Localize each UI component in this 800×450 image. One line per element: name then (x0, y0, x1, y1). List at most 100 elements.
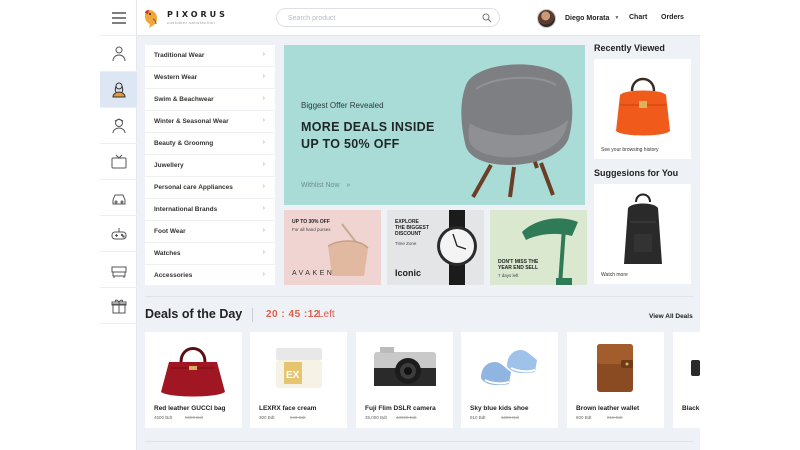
category-item[interactable]: Winter & Seasonal Wear › (145, 111, 275, 133)
partial-product-image (691, 360, 700, 376)
wishlist-now-link[interactable]: Withlist Now » (301, 182, 350, 189)
category-item[interactable]: Accessories › (145, 265, 275, 287)
promo-card-watches[interactable]: EXPLORE THE BIGGEST DISCOUNT Time Zone I… (387, 210, 484, 285)
chevron-right-icon: › (262, 249, 265, 256)
deal-name[interactable]: Sky blue kids shoe (470, 405, 529, 412)
camera-image (374, 347, 436, 386)
tv-icon[interactable] (100, 144, 137, 180)
deal-name[interactable]: Black (682, 405, 699, 412)
chevron-right-icon: › (262, 117, 265, 124)
category-item[interactable]: Traditional Wear › (145, 45, 275, 67)
menu-icon[interactable] (100, 0, 137, 36)
recently-viewed-card[interactable]: See your browsing history (594, 59, 691, 159)
backpack-image (624, 193, 662, 264)
deal-card[interactable]: Red leather GUCCI bag 4500 Bdt 5500 Bdt (145, 332, 242, 428)
section-divider (145, 296, 693, 297)
deal-old-price: 1300 Bdt (501, 415, 520, 420)
chevron-right-icon: › (262, 161, 265, 168)
gift-icon[interactable] (100, 288, 137, 324)
chevron-right-icon: › (262, 205, 265, 212)
category-item[interactable]: Watches › (145, 243, 275, 265)
promo-title: DON'T MISS THE YEAR END SELL (498, 259, 538, 271)
svg-text:EX: EX (286, 370, 300, 381)
search-icon[interactable] (482, 13, 492, 23)
category-item[interactable]: International Brands › (145, 199, 275, 221)
brand-tagline: customer satisfaction (167, 20, 216, 25)
chevron-down-icon[interactable]: ▼ (614, 15, 619, 21)
top-header: PIXORUS customer satisfaction Diego Mora… (137, 0, 700, 36)
recently-viewed-caption[interactable]: See your browsing history (601, 147, 659, 153)
deal-old-price: 43990 Bdt (396, 415, 417, 420)
gamepad-icon[interactable] (100, 216, 137, 252)
brand-name[interactable]: PIXORUS (167, 10, 228, 19)
brand-label: Iconic (395, 268, 422, 278)
nav-orders-link[interactable]: Orders (661, 14, 684, 21)
deal-card[interactable]: Black (673, 332, 700, 428)
category-item[interactable]: Beauty & Groomng › (145, 133, 275, 155)
hero-banner[interactable]: Biggest Offer Revealed MORE DEALS INSIDE… (284, 45, 585, 205)
avatar[interactable] (537, 8, 556, 28)
category-item[interactable]: Juwellery › (145, 155, 275, 177)
desk-lamp-image (522, 218, 578, 285)
orange-handbag-image (616, 77, 670, 136)
suggestion-caption[interactable]: Watch more (601, 272, 628, 278)
promo-title-line: YEAR END SELL (498, 265, 539, 271)
recently-viewed-title: Recently Viewed (594, 43, 665, 53)
user-menu[interactable]: Diego Morata ▼ (537, 8, 619, 28)
countdown-suffix: Left (318, 309, 335, 320)
deal-price: 300 Bdt (259, 415, 275, 420)
deal-old-price: 810 Bdt (607, 415, 623, 420)
promo-title-line: DISCOUNT (395, 231, 422, 237)
chevron-right-icon: › (262, 183, 265, 190)
deal-price: 910 Bdt (470, 415, 486, 420)
deal-card[interactable]: Brown leather wallet 600 Bdt 810 Bdt (567, 332, 664, 428)
category-menu: Traditional Wear › Western Wear › Swim & B… (145, 45, 275, 285)
handbag-image (327, 223, 369, 276)
kids-icon[interactable] (100, 108, 137, 144)
promo-title: EXPLORE THE BIGGEST DISCOUNT (395, 219, 429, 237)
user-name[interactable]: Diego Morata (565, 15, 609, 22)
category-item[interactable]: Foot Wear › (145, 221, 275, 243)
deal-price: 4500 Bdt (154, 415, 173, 420)
chevron-right-icon: › (262, 271, 265, 278)
red-bag-image (161, 347, 225, 397)
deals-title: Deals of the Day (145, 307, 243, 321)
chevron-right-icon: › (262, 227, 265, 234)
promo-card-year-end[interactable]: DON'T MISS THE YEAR END SELL 7 days left (490, 210, 587, 285)
nav-chart-link[interactable]: Chart (629, 14, 647, 21)
men-icon[interactable] (100, 36, 137, 72)
women-icon[interactable] (100, 72, 137, 108)
hero-cta-label[interactable]: Withlist Now (301, 182, 340, 189)
deal-name[interactable]: Brown leather wallet (576, 405, 639, 412)
suggestions-title: Suggesions for You (594, 168, 679, 178)
deal-price: 600 Bdt (576, 415, 592, 420)
hero-kicker: Biggest Offer Revealed (301, 101, 384, 110)
sofa-icon[interactable] (100, 252, 137, 288)
view-all-deals-link[interactable]: View All Deals (649, 313, 693, 320)
promo-subtitle: Time Zone (395, 241, 417, 246)
deal-name[interactable]: Red leather GUCCI bag (154, 405, 226, 412)
category-item[interactable]: Western Wear › (145, 67, 275, 89)
face-cream-image: EX (276, 348, 322, 388)
category-item[interactable]: Swim & Beachwear › (145, 89, 275, 111)
promo-card-purses[interactable]: UP TO 30% OFF For all hand purses AVAKEN (284, 210, 381, 285)
deal-old-price: 540 Bdt (290, 415, 306, 420)
wallet-image (597, 344, 633, 392)
section-divider (145, 441, 693, 442)
category-rail (100, 0, 137, 450)
parrot-logo-icon[interactable] (141, 7, 163, 29)
deal-card[interactable]: EX LEXRX face cream 300 Bdt 540 Bdt (250, 332, 347, 428)
car-icon[interactable] (100, 180, 137, 216)
title-separator (252, 308, 253, 322)
suggestion-card[interactable]: Watch more (594, 184, 691, 284)
deal-old-price: 5500 Bdt (185, 415, 204, 420)
search-input[interactable] (288, 12, 468, 24)
chevron-right-icon: › (262, 95, 265, 102)
deal-card[interactable]: Sky blue kids shoe 910 Bdt 1300 Bdt (461, 332, 558, 428)
deal-name[interactable]: Fuji Flim DSLR camera (365, 405, 436, 412)
brand-label: AVAKEN (292, 270, 335, 277)
deal-card[interactable]: Fuji Flim DSLR camera 35,000 Bdt 43990 B… (356, 332, 453, 428)
category-item[interactable]: Personal care Appliances › (145, 177, 275, 199)
deal-price: 35,000 Bdt (365, 415, 387, 420)
deal-name[interactable]: LEXRX face cream (259, 405, 316, 412)
